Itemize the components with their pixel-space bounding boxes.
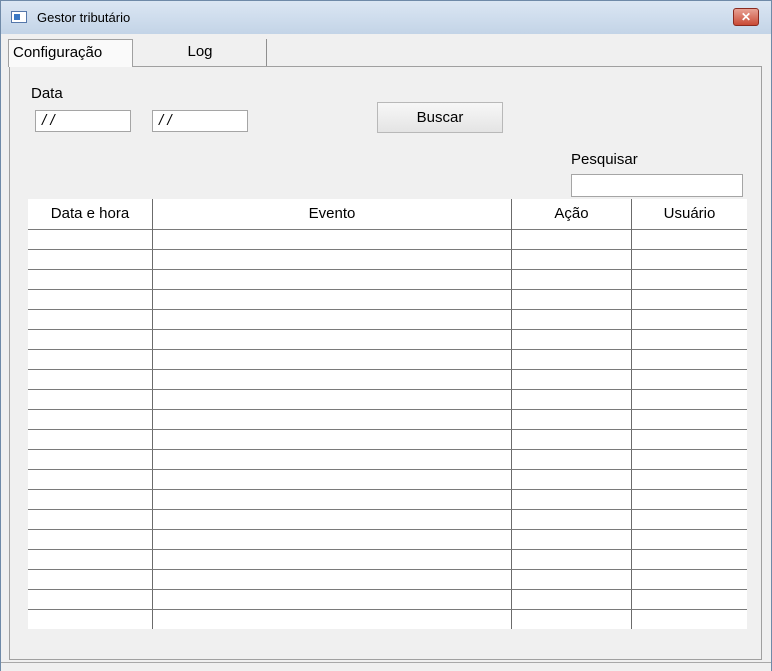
table-row[interactable]	[28, 349, 747, 350]
tab-panel: Data / / / / Buscar Pesquisar Data e hor…	[9, 66, 762, 660]
table-row[interactable]	[28, 389, 747, 390]
date-from-field[interactable]: / /	[35, 110, 131, 132]
column-header-acao[interactable]: Ação	[512, 199, 631, 229]
column-divider	[511, 199, 512, 629]
table-row[interactable]	[28, 449, 747, 450]
title-bar[interactable]: Gestor tributário ✕	[1, 1, 771, 34]
table-row[interactable]	[28, 549, 747, 550]
table-row[interactable]	[28, 609, 747, 610]
column-header-usuario[interactable]: Usuário	[632, 199, 747, 229]
table-row[interactable]	[28, 529, 747, 530]
date-label: Data	[31, 85, 63, 102]
table-row[interactable]	[28, 249, 747, 250]
client-area: Configuração Log Data / / / / Buscar Pes…	[8, 34, 764, 662]
table-row[interactable]	[28, 589, 747, 590]
column-divider	[631, 199, 632, 629]
window-title: Gestor tributário	[37, 10, 131, 25]
table-row[interactable]	[28, 509, 747, 510]
tab-log[interactable]: Log	[134, 39, 267, 67]
table-row[interactable]	[28, 289, 747, 290]
table-row[interactable]	[28, 269, 747, 270]
main-window: Gestor tributário ✕ Configuração Log Dat…	[0, 0, 772, 671]
table-row[interactable]	[28, 429, 747, 430]
table-row[interactable]	[28, 309, 747, 310]
log-table[interactable]: Data e hora Evento Ação Usuário	[28, 199, 747, 629]
tab-configuracao[interactable]: Configuração	[8, 39, 133, 67]
column-header-data-hora[interactable]: Data e hora	[28, 199, 152, 229]
search-label: Pesquisar	[571, 151, 638, 168]
date-to-field[interactable]: / /	[152, 110, 248, 132]
table-row[interactable]	[28, 369, 747, 370]
search-input[interactable]	[571, 174, 743, 197]
app-icon	[11, 11, 27, 23]
table-row[interactable]	[28, 469, 747, 470]
table-row[interactable]	[28, 329, 747, 330]
table-row[interactable]	[28, 569, 747, 570]
buscar-button[interactable]: Buscar	[377, 102, 503, 133]
column-header-evento[interactable]: Evento	[153, 199, 511, 229]
column-divider	[152, 199, 153, 629]
status-bar	[1, 662, 771, 671]
header-divider	[28, 229, 747, 230]
table-row[interactable]	[28, 489, 747, 490]
close-button[interactable]: ✕	[733, 8, 759, 26]
table-row[interactable]	[28, 409, 747, 410]
